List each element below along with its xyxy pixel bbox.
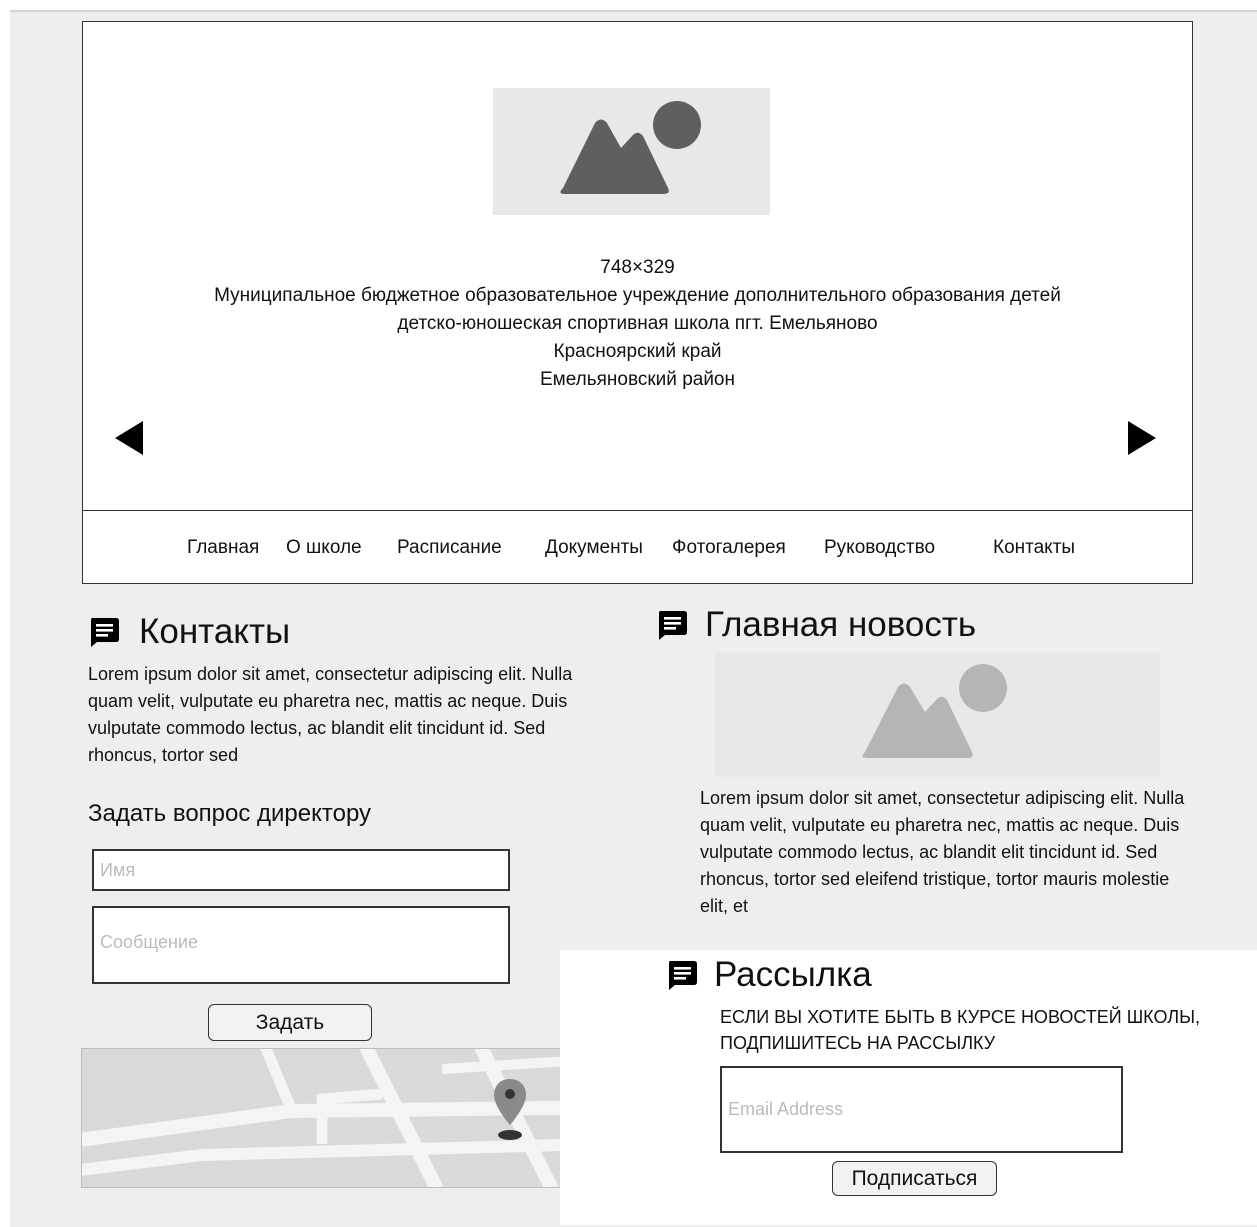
nav-item-about[interactable]: О школе xyxy=(286,537,362,559)
nav-item-contacts[interactable]: Контакты xyxy=(993,537,1075,559)
contacts-title: Контакты xyxy=(139,612,291,651)
arrow-left-icon xyxy=(115,421,143,455)
hero-caption: 748×329 Муниципальное бюджетное образова… xyxy=(83,254,1192,394)
hero-line-1: Муниципальное бюджетное образовательное … xyxy=(214,285,1061,306)
hero-line-2: детско-юношеская спортивная школа пгт. Е… xyxy=(397,313,878,334)
hero-image-size: 748×329 xyxy=(600,257,675,278)
hero-line-3: Красноярский край xyxy=(553,341,722,362)
contacts-text: Lorem ipsum dolor sit amet, consectetur … xyxy=(88,664,573,765)
news-text: Lorem ipsum dolor sit amet, consectetur … xyxy=(700,788,1185,916)
question-form-title: Задать вопрос директору xyxy=(88,800,372,827)
nav-item-home[interactable]: Главная xyxy=(187,537,259,559)
subscribe-button[interactable]: Подписаться xyxy=(832,1161,997,1196)
carousel-prev-button[interactable] xyxy=(113,419,145,457)
message-field[interactable] xyxy=(92,906,510,984)
map[interactable] xyxy=(71,1035,634,1193)
nav-item-gallery[interactable]: Фотогалерея xyxy=(672,537,786,559)
newsletter-description: ЕСЛИ ВЫ ХОТИТЕ БЫТЬ В КУРСЕ НОВОСТЕЙ ШКО… xyxy=(720,1007,1201,1053)
carousel-next-button[interactable] xyxy=(1126,419,1158,457)
message-icon xyxy=(669,961,697,990)
email-field[interactable] xyxy=(720,1066,1123,1153)
hero-carousel: 748×329 Муниципальное бюджетное образова… xyxy=(82,21,1193,584)
nav-item-schedule[interactable]: Расписание xyxy=(397,537,502,559)
news-title: Главная новость xyxy=(705,605,977,644)
message-icon xyxy=(91,618,119,647)
main-nav: Главная О школе Расписание Документы Фот… xyxy=(83,510,1192,584)
nav-item-documents[interactable]: Документы xyxy=(545,537,643,559)
message-icon xyxy=(659,611,687,640)
name-field[interactable] xyxy=(92,849,510,891)
newsletter-title: Рассылка xyxy=(714,955,872,994)
hero-image-placeholder xyxy=(493,88,770,215)
hero-line-4: Емельяновский район xyxy=(539,369,735,390)
map-pin-icon xyxy=(494,1079,526,1140)
image-placeholder-icon xyxy=(560,101,701,194)
image-placeholder-icon xyxy=(862,664,1007,758)
news-image-placeholder xyxy=(715,652,1160,777)
arrow-right-icon xyxy=(1128,421,1156,455)
ask-button[interactable]: Задать xyxy=(208,1004,372,1041)
nav-item-management[interactable]: Руководство xyxy=(824,537,935,559)
map-graphic xyxy=(71,1035,634,1193)
